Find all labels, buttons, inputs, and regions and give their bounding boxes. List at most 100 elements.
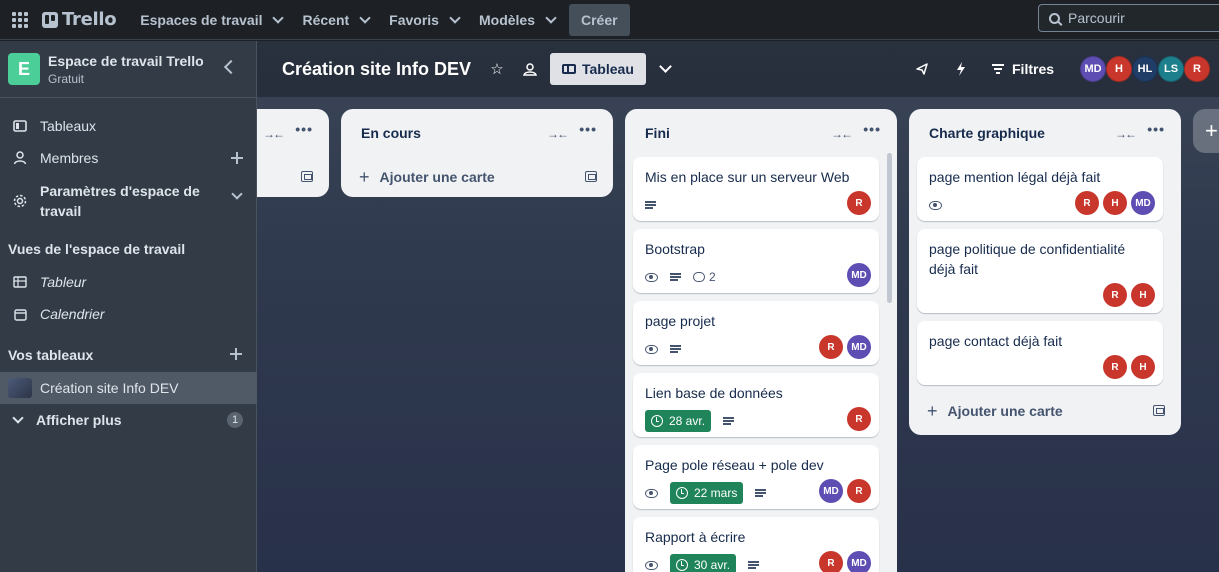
- collapse-list-icon[interactable]: →←: [547, 127, 569, 141]
- show-more-toggle[interactable]: Afficher plus 1: [0, 409, 257, 431]
- favorites-menu[interactable]: Favoris: [379, 4, 469, 36]
- collapse-list-icon[interactable]: →←: [1115, 127, 1137, 141]
- member-avatar[interactable]: MD: [847, 335, 871, 359]
- list-menu-icon[interactable]: •••: [579, 121, 597, 137]
- chevron-down-icon[interactable]: [231, 188, 243, 200]
- app-switcher-icon[interactable]: [0, 2, 40, 38]
- member-avatar[interactable]: R: [847, 191, 871, 215]
- member-avatar[interactable]: H: [1131, 355, 1155, 379]
- power-ups-icon[interactable]: [914, 61, 930, 77]
- watch-icon: [645, 344, 658, 354]
- list-title[interactable]: Fini: [645, 125, 670, 141]
- collapse-list-icon[interactable]: →←: [263, 127, 285, 141]
- collapse-sidebar-icon[interactable]: [223, 59, 239, 75]
- member-avatar[interactable]: R: [847, 407, 871, 431]
- member-avatar[interactable]: H: [1131, 283, 1155, 307]
- add-card-button[interactable]: + Ajouter une carte: [341, 157, 613, 197]
- card-template-icon[interactable]: [301, 171, 313, 182]
- trello-logo-icon: [42, 11, 58, 28]
- member-avatar[interactable]: R: [819, 335, 843, 359]
- board-view-button[interactable]: Tableau: [550, 53, 646, 85]
- member-avatar[interactable]: MD: [1131, 191, 1155, 215]
- card-title: Bootstrap: [645, 241, 705, 257]
- member-avatar[interactable]: R: [1075, 191, 1099, 215]
- board-title[interactable]: Création site Info DEV: [282, 59, 471, 80]
- visibility-icon[interactable]: [522, 61, 538, 77]
- sidebar-item-boards[interactable]: Tableaux: [0, 115, 257, 137]
- collapse-list-icon[interactable]: →←: [831, 127, 853, 141]
- filters-button[interactable]: Filtres: [992, 61, 1054, 77]
- sidebar-item-label: Membres: [40, 150, 99, 166]
- card[interactable]: Rapport à écrire 30 avr. R MD: [633, 517, 879, 572]
- list-header: Fini →← •••: [625, 109, 897, 157]
- member-avatar[interactable]: MD: [819, 479, 843, 503]
- sidebar-item-table-view[interactable]: Tableur: [0, 271, 257, 293]
- recent-menu[interactable]: Récent: [292, 4, 379, 36]
- chevron-down-icon[interactable]: [659, 60, 672, 73]
- add-board-icon[interactable]: [230, 348, 242, 360]
- automation-icon[interactable]: [953, 61, 969, 77]
- sidebar-board-item[interactable]: Création site Info DEV: [0, 372, 257, 404]
- card[interactable]: Page pole réseau + pole dev 22 mars MD R: [633, 445, 879, 509]
- due-date-badge[interactable]: 28 avr.: [645, 410, 712, 432]
- add-card-button[interactable]: + Ajouter une carte: [909, 391, 1181, 431]
- due-date-badge[interactable]: 30 avr.: [670, 554, 737, 572]
- card-title: Lien base de données: [645, 385, 783, 401]
- card-template-icon[interactable]: [1153, 405, 1165, 416]
- card-title: Rapport à écrire: [645, 529, 746, 545]
- comment-icon: [693, 272, 705, 282]
- description-icon: [755, 488, 767, 498]
- member-avatar[interactable]: MD: [847, 551, 871, 572]
- list-title[interactable]: Charte graphique: [929, 125, 1045, 141]
- member-avatar[interactable]: R: [847, 479, 871, 503]
- workspace-name[interactable]: Espace de travail Trello: [48, 53, 204, 69]
- member-avatar[interactable]: R: [1103, 355, 1127, 379]
- trello-logo[interactable]: Trello: [42, 4, 117, 36]
- member-avatar[interactable]: H: [1106, 56, 1132, 82]
- your-boards-title: Vos tableaux: [8, 347, 94, 363]
- card[interactable]: page contact déjà fait R H: [917, 321, 1163, 385]
- plus-icon: +: [927, 400, 938, 421]
- list-menu-icon[interactable]: •••: [1147, 121, 1165, 137]
- search-icon: [1049, 12, 1060, 24]
- search-input[interactable]: Parcourir: [1038, 4, 1219, 32]
- scrollbar-thumb[interactable]: [887, 153, 892, 303]
- watch-icon: [645, 560, 658, 570]
- card[interactable]: Lien base de données 28 avr. R: [633, 373, 879, 437]
- member-avatar[interactable]: H: [1103, 191, 1127, 215]
- member-avatar[interactable]: R: [819, 551, 843, 572]
- workspace-avatar[interactable]: E: [8, 53, 40, 85]
- list-menu-icon[interactable]: •••: [863, 121, 881, 137]
- sidebar-item-label: Tableur: [40, 274, 87, 290]
- watch-icon: [645, 272, 658, 282]
- board-view-label: Tableau: [582, 61, 634, 77]
- card[interactable]: Mis en place sur un serveur Web R: [633, 157, 879, 221]
- add-member-icon[interactable]: [231, 152, 243, 164]
- comments-badge: 2: [693, 270, 716, 284]
- sidebar-item-workspace-settings[interactable]: Paramètres d'espace de travail: [0, 180, 257, 222]
- list-en-cours: En cours →← ••• + Ajouter une carte: [341, 109, 613, 197]
- add-card-label: Ajouter une carte: [947, 403, 1063, 419]
- member-avatar[interactable]: R: [1103, 283, 1127, 307]
- star-icon[interactable]: ☆: [489, 61, 505, 78]
- member-avatar[interactable]: LS: [1158, 56, 1184, 82]
- member-avatar[interactable]: MD: [847, 263, 871, 287]
- add-list-button[interactable]: +: [1193, 109, 1219, 153]
- sidebar-item-members[interactable]: Membres: [0, 147, 257, 169]
- list-title[interactable]: En cours: [361, 125, 421, 141]
- list-scrollbar[interactable]: [886, 153, 894, 563]
- member-avatar[interactable]: R: [1184, 56, 1210, 82]
- templates-menu[interactable]: Modèles: [469, 4, 565, 36]
- member-avatar[interactable]: MD: [1080, 56, 1106, 82]
- sidebar-item-calendar-view[interactable]: Calendrier: [0, 303, 257, 325]
- card-template-icon[interactable]: [585, 171, 597, 182]
- workspaces-menu[interactable]: Espaces de travail: [130, 4, 292, 36]
- card[interactable]: page mention légal déjà fait R H MD: [917, 157, 1163, 221]
- member-avatar[interactable]: HL: [1132, 56, 1158, 82]
- create-button[interactable]: Créer: [569, 3, 630, 36]
- due-date-badge[interactable]: 22 mars: [670, 482, 744, 504]
- card[interactable]: Bootstrap 2 MD: [633, 229, 879, 293]
- card[interactable]: page projet R MD: [633, 301, 879, 365]
- list-menu-icon[interactable]: •••: [295, 121, 313, 137]
- card[interactable]: page politique de confidentialité déjà f…: [917, 229, 1163, 313]
